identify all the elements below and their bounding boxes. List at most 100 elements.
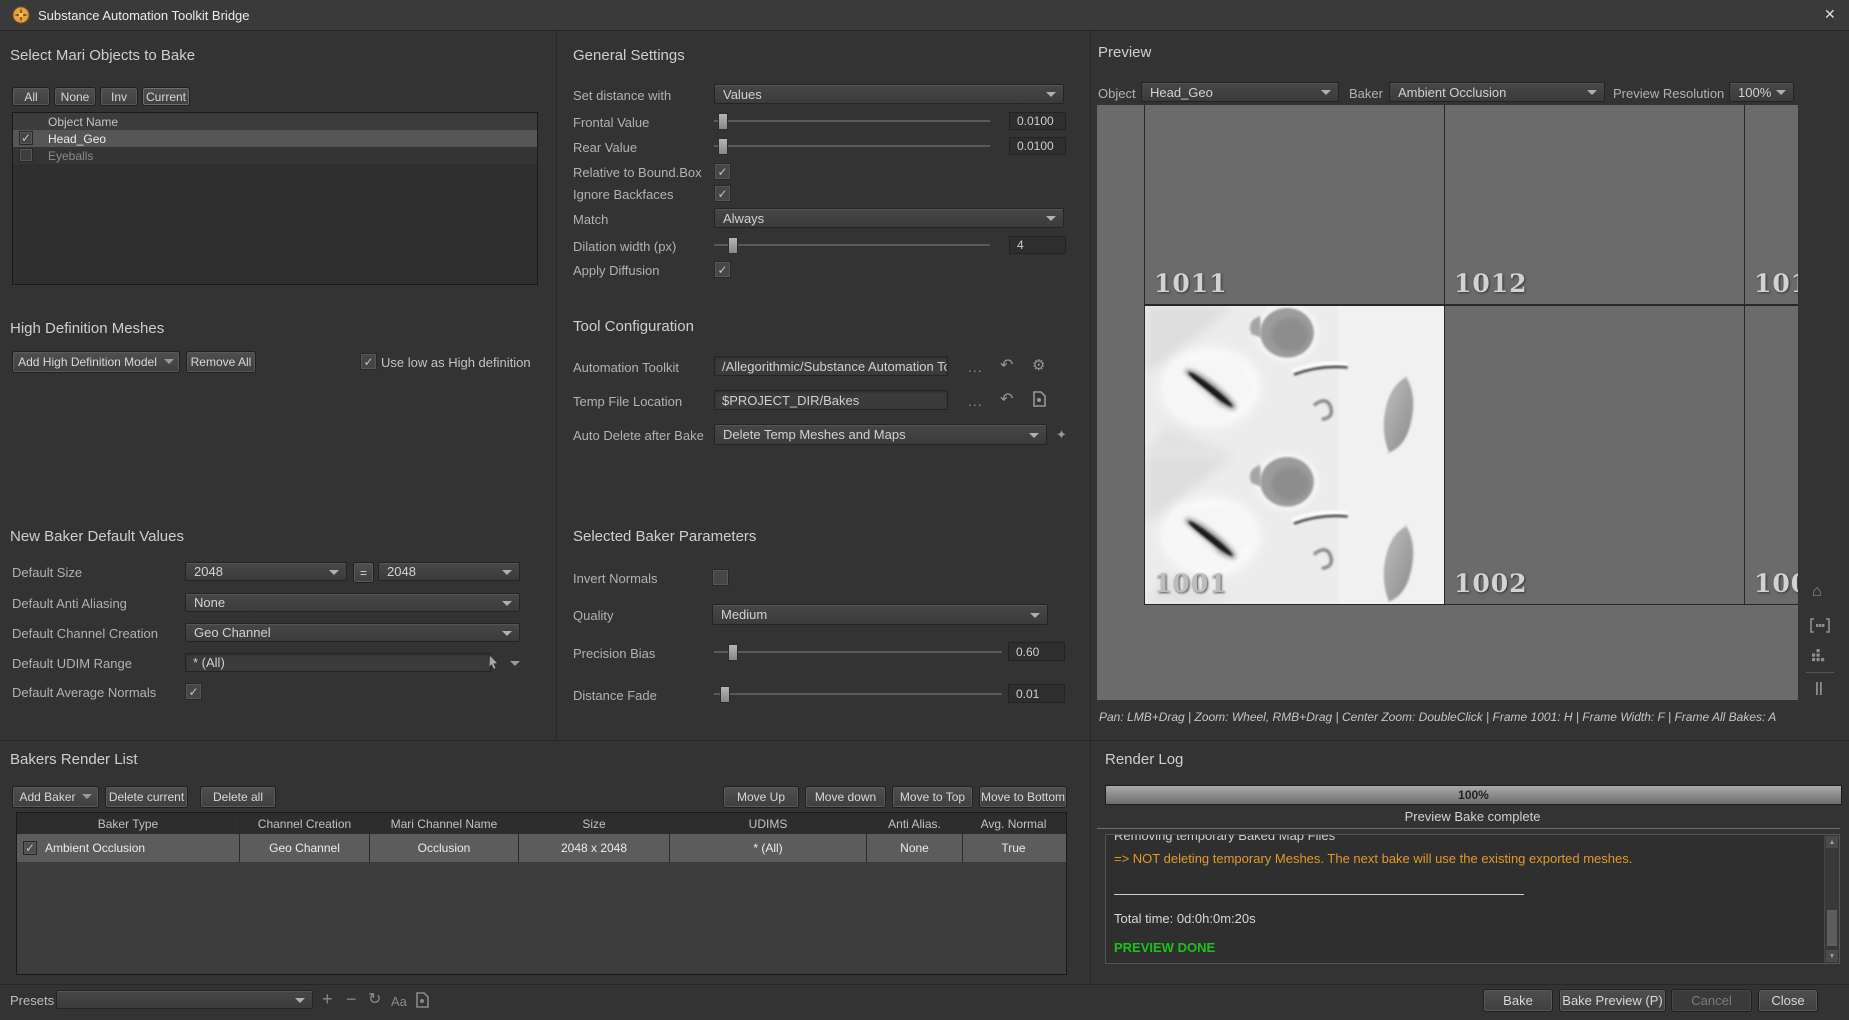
frontal-value-slider[interactable] xyxy=(714,112,990,130)
dilation-value-box[interactable]: 4 xyxy=(1009,236,1066,254)
object-row-head-geo[interactable]: ✓ Head_Geo xyxy=(13,130,537,147)
footer-divider xyxy=(0,984,1849,985)
move-to-bottom-button[interactable]: Move to Bottom xyxy=(979,786,1067,808)
udim-tile-1012[interactable]: 1012 xyxy=(1444,105,1745,305)
gear-icon[interactable]: ⚙ xyxy=(1032,358,1045,373)
relative-bbox-checkbox[interactable]: ✓ xyxy=(714,163,731,180)
splitter-left[interactable] xyxy=(556,31,557,740)
match-dropdown[interactable]: Always xyxy=(714,208,1064,228)
frame-width-icon[interactable] xyxy=(1810,618,1830,633)
precision-bias-box[interactable]: 0.60 xyxy=(1008,642,1065,661)
distance-fade-box[interactable]: 0.01 xyxy=(1008,684,1065,703)
remove-all-button[interactable]: Remove All xyxy=(186,351,256,373)
rear-value-slider[interactable] xyxy=(714,137,990,155)
frame-all-icon[interactable] xyxy=(1811,648,1827,664)
select-all-button[interactable]: All xyxy=(12,87,50,106)
precision-bias-slider[interactable] xyxy=(714,643,1002,661)
preview-object-dropdown[interactable]: Head_Geo xyxy=(1141,82,1339,102)
home-icon[interactable]: ⌂ xyxy=(1812,584,1822,600)
close-icon[interactable]: ✕ xyxy=(1824,6,1836,23)
toolkit-path-input[interactable]: /Allegorithmic/Substance Automation Tool… xyxy=(714,356,948,376)
default-avg-normals-checkbox[interactable]: ✓ xyxy=(185,683,202,700)
section-baker-params-title: Selected Baker Parameters xyxy=(573,528,756,545)
close-button[interactable]: Close xyxy=(1758,989,1818,1012)
default-size-dropdown[interactable]: 2048 xyxy=(185,562,347,581)
move-up-button[interactable]: Move Up xyxy=(723,786,799,808)
baker-row-checkbox[interactable]: ✓ xyxy=(23,841,37,855)
chevron-down-icon xyxy=(510,661,520,666)
udim-pick-button[interactable] xyxy=(486,655,520,671)
udim-tile-1001[interactable]: 1001 xyxy=(1144,305,1445,605)
pause-icon[interactable]: || xyxy=(1815,680,1823,694)
object-list-table: Object Name ✓ Head_Geo Eyeballs xyxy=(12,112,538,285)
default-channel-dropdown[interactable]: Geo Channel xyxy=(185,623,520,642)
preview-status-line: Pan: LMB+Drag | Zoom: Wheel, RMB+Drag | … xyxy=(1099,710,1776,724)
select-inv-button[interactable]: Inv xyxy=(100,87,138,106)
chevron-down-icon xyxy=(164,359,174,364)
quality-value: Medium xyxy=(721,607,767,622)
apply-diffusion-checkbox[interactable]: ✓ xyxy=(714,261,731,278)
bake-preview-button[interactable]: Bake Preview (P) xyxy=(1559,989,1666,1012)
default-udim-input[interactable]: * (All) xyxy=(185,653,491,672)
object-row-eyeballs[interactable]: Eyeballs xyxy=(13,147,537,164)
preset-add-icon[interactable]: + xyxy=(322,990,333,1008)
frontal-value-box[interactable]: 0.0100 xyxy=(1009,112,1066,130)
preview-canvas[interactable]: 1011 1012 1013 xyxy=(1097,105,1798,700)
scroll-up-icon[interactable]: ▲ xyxy=(1826,836,1838,848)
preset-rename-icon[interactable]: Aa xyxy=(391,995,407,1008)
tag-icon[interactable] xyxy=(1032,391,1046,407)
move-down-button[interactable]: Move down xyxy=(805,786,886,808)
temp-location-input[interactable]: $PROJECT_DIR/Bakes xyxy=(714,390,948,410)
size-link-button[interactable]: = xyxy=(353,562,374,583)
dilation-slider[interactable] xyxy=(714,236,990,254)
preview-resolution-dropdown[interactable]: 100% xyxy=(1729,82,1794,102)
section-general-title: General Settings xyxy=(573,47,685,64)
ignore-backfaces-checkbox[interactable]: ✓ xyxy=(714,185,731,202)
sparkle-icon[interactable]: ✦ xyxy=(1056,428,1067,441)
use-low-as-high-checkbox[interactable]: ✓ xyxy=(360,353,377,370)
move-to-top-button[interactable]: Move to Top xyxy=(892,786,973,808)
udim-tile-1011[interactable]: 1011 xyxy=(1144,105,1445,305)
add-baker-button[interactable]: Add Baker xyxy=(12,786,99,808)
default-udim-label: Default UDIM Range xyxy=(12,656,132,671)
add-hd-model-button[interactable]: Add High Definition Model xyxy=(12,351,180,373)
browse-icon[interactable]: ... xyxy=(968,360,983,374)
distance-with-dropdown[interactable]: Values xyxy=(714,84,1064,104)
bake-button[interactable]: Bake xyxy=(1483,989,1553,1012)
preview-baker-dropdown[interactable]: Ambient Occlusion xyxy=(1389,82,1605,102)
splitter-middle[interactable] xyxy=(1090,31,1091,984)
quality-dropdown[interactable]: Medium xyxy=(712,604,1048,625)
autodelete-dropdown[interactable]: Delete Temp Meshes and Maps xyxy=(714,424,1047,445)
browse-icon[interactable]: ... xyxy=(968,394,983,408)
object-checkbox-eyeballs[interactable] xyxy=(19,148,33,162)
select-current-button[interactable]: Current xyxy=(142,87,190,106)
undo-icon[interactable]: ↶ xyxy=(1000,358,1013,374)
splitter-bottom[interactable] xyxy=(0,740,1849,741)
default-aa-dropdown[interactable]: None xyxy=(185,593,520,612)
delete-all-button[interactable]: Delete all xyxy=(200,786,276,808)
preset-remove-icon[interactable]: − xyxy=(346,990,357,1008)
undo-icon[interactable]: ↶ xyxy=(1000,392,1013,408)
section-render-log-title: Render Log xyxy=(1105,751,1183,768)
object-name-column-header: Object Name xyxy=(48,115,118,129)
chevron-down-icon xyxy=(329,570,339,575)
default-size2-dropdown[interactable]: 2048 xyxy=(378,562,520,581)
scrollbar-thumb[interactable] xyxy=(1826,909,1838,947)
render-log-box[interactable]: Removing temporary Baked Map Files => NO… xyxy=(1105,834,1840,964)
preview-baker-label: Baker xyxy=(1349,86,1383,101)
distance-fade-slider[interactable] xyxy=(714,685,1002,703)
udim-tile-1002[interactable]: 1002 xyxy=(1444,305,1745,605)
scroll-down-icon[interactable]: ▼ xyxy=(1826,950,1838,962)
select-none-button[interactable]: None xyxy=(54,87,96,106)
log-scrollbar[interactable]: ▲ ▼ xyxy=(1824,835,1839,963)
invert-normals-checkbox[interactable] xyxy=(712,569,729,586)
udim-tile-1013[interactable]: 1013 xyxy=(1744,105,1798,305)
delete-current-button[interactable]: Delete current xyxy=(105,786,188,808)
preset-tag-icon[interactable] xyxy=(415,992,429,1008)
baker-row-ambient-occlusion[interactable]: ✓ Ambient Occlusion Geo Channel Occlusio… xyxy=(17,834,1066,863)
object-checkbox-head-geo[interactable]: ✓ xyxy=(19,131,33,145)
preset-refresh-icon[interactable]: ↻ xyxy=(368,992,381,1008)
udim-tile-1003[interactable]: 1003 xyxy=(1744,305,1798,605)
rear-value-box[interactable]: 0.0100 xyxy=(1009,137,1066,155)
presets-dropdown[interactable] xyxy=(56,990,313,1009)
